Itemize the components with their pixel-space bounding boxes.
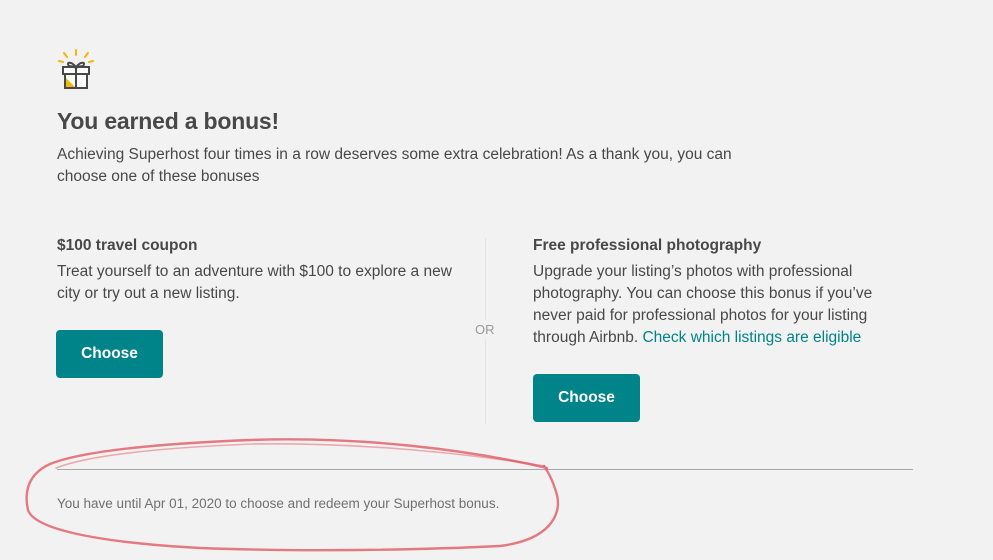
eligible-listings-link[interactable]: Check which listings are eligible [642, 329, 861, 346]
choose-travel-coupon-button[interactable]: Choose [56, 330, 163, 378]
option-travel-coupon: $100 travel coupon Treat yourself to an … [57, 236, 457, 305]
page-subtitle: Achieving Superhost four times in a row … [57, 146, 732, 185]
or-separator: OR [474, 320, 496, 339]
option-description: Upgrade your listing’s photos with profe… [533, 261, 913, 349]
option-title: Free professional photography [533, 237, 762, 254]
horizontal-divider [57, 469, 913, 470]
superhost-bonus-page: You earned a bonus! Achieving Superhost … [0, 0, 993, 560]
gift-icon [58, 49, 94, 89]
option-photography: Free professional photography Upgrade yo… [533, 236, 913, 349]
page-title: You earned a bonus! [57, 108, 279, 134]
deadline-note: You have until Apr 01, 2020 to choose an… [57, 496, 500, 511]
choose-photography-button[interactable]: Choose [533, 374, 640, 422]
option-description: Treat yourself to an adventure with $100… [57, 263, 452, 302]
option-title: $100 travel coupon [57, 237, 198, 254]
